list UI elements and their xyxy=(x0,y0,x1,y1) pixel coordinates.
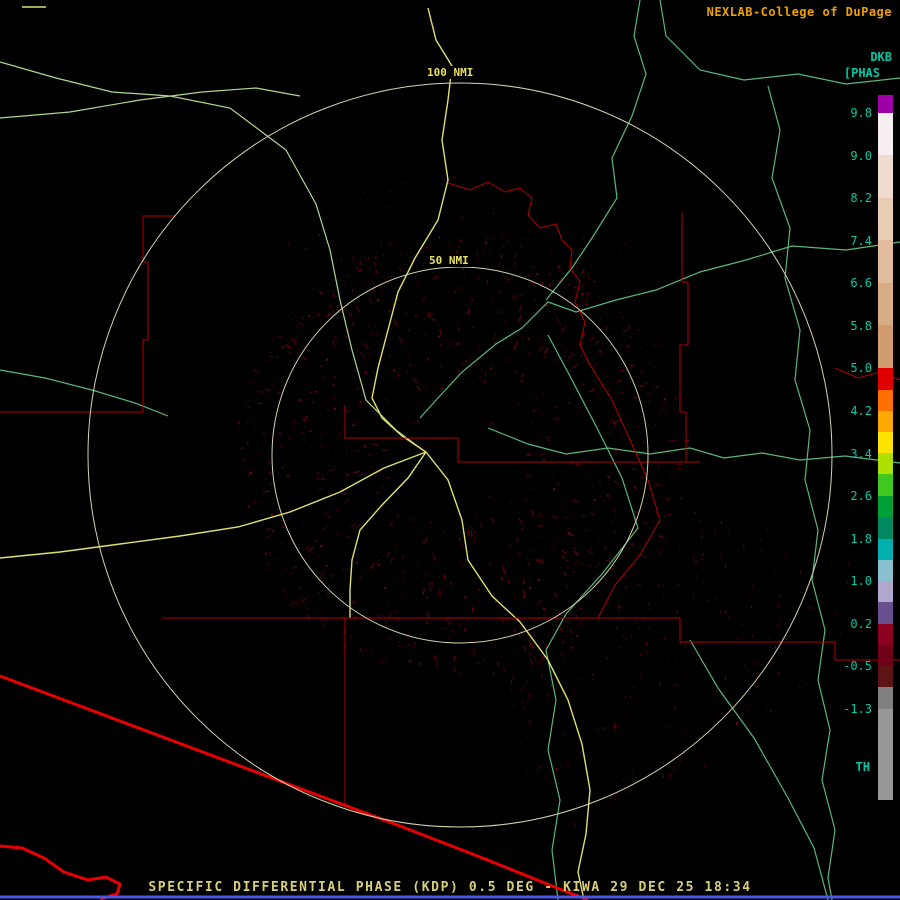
page-title: NEXLAB-College of DuPage xyxy=(706,5,892,19)
colorbar-tick-label: 8.2 xyxy=(850,191,872,206)
colorbar-tick-label: 5.0 xyxy=(850,361,872,376)
range-ring-100nmi xyxy=(87,82,833,828)
colorbar-segment xyxy=(878,325,893,368)
colorbar-tick-label: 3.4 xyxy=(850,446,872,461)
colorbar-segment xyxy=(878,453,893,474)
range-ring-50nmi xyxy=(271,266,649,644)
colorbar-unit-top: DKB xyxy=(870,50,892,64)
colorbar-segment xyxy=(878,283,893,325)
colorbar-unit-bottom: TH xyxy=(855,760,870,774)
colorbar-tick-label: 7.4 xyxy=(850,233,872,248)
colorbar-segment xyxy=(878,539,893,560)
colorbar-segment xyxy=(878,602,893,624)
colorbar-segment xyxy=(878,560,893,581)
colorbar-tick-label: -0.5 xyxy=(843,659,872,674)
colorbar-tick-label: -1.3 xyxy=(843,701,872,716)
status-bar: SPECIFIC DIFFERENTIAL PHASE (KDP) 0.5 DE… xyxy=(148,880,752,895)
range-rings xyxy=(87,82,833,828)
colorbar-segment xyxy=(878,645,893,666)
river-lines-pale xyxy=(0,61,421,449)
colorbar-tick-label: 0.2 xyxy=(850,616,872,631)
colorbar-tick-label: 1.8 xyxy=(850,531,872,546)
colorbar-segment xyxy=(878,432,893,453)
radar-map xyxy=(0,0,900,900)
colorbar-tick-label: 4.2 xyxy=(850,403,872,418)
colorbar-segment xyxy=(878,198,893,240)
county-lines xyxy=(0,181,900,806)
colorbar-segment xyxy=(878,517,893,539)
colorbar-labels: 9.8 9.0 8.2 7.4 6.6 5.8 5.0 4.2 3.4 2.6 1.8 1.0 0.2 -… xyxy=(826,95,872,800)
colorbar-segment xyxy=(878,390,893,411)
colorbar-segment xyxy=(878,240,893,283)
colorbar xyxy=(878,95,893,800)
colorbar-segment xyxy=(878,496,893,517)
colorbar-segment xyxy=(878,581,893,602)
colorbar-scale-header: [PHAS xyxy=(843,66,880,80)
colorbar-segment xyxy=(878,155,893,198)
colorbar-tick-label: 5.8 xyxy=(850,318,872,333)
range-label-100nmi: 100 NMI xyxy=(424,66,477,79)
colorbar-segment xyxy=(878,368,893,390)
colorbar-segment xyxy=(878,624,893,645)
colorbar-tick-label: 6.6 xyxy=(850,276,872,291)
colorbar-tick-label: 1.0 xyxy=(850,574,872,589)
colorbar-tick-label: 9.8 xyxy=(850,106,872,120)
colorbar-segment xyxy=(878,687,893,709)
colorbar-segment xyxy=(878,95,893,113)
colorbar-segment xyxy=(878,411,893,432)
range-label-50nmi: 50 NMI xyxy=(426,254,472,267)
colorbar-tick-label: 9.0 xyxy=(850,148,872,163)
colorbar-segment xyxy=(878,113,893,155)
colorbar-segment xyxy=(878,474,893,496)
radar-display: 100 NMI 50 NMI NEXLAB-College of DuPage … xyxy=(0,0,900,900)
colorbar-segment xyxy=(878,666,893,687)
radar-echoes xyxy=(237,176,854,827)
colorbar-segment xyxy=(878,709,893,800)
river-lines xyxy=(0,0,900,900)
colorbar-tick-label: 2.6 xyxy=(850,489,872,504)
